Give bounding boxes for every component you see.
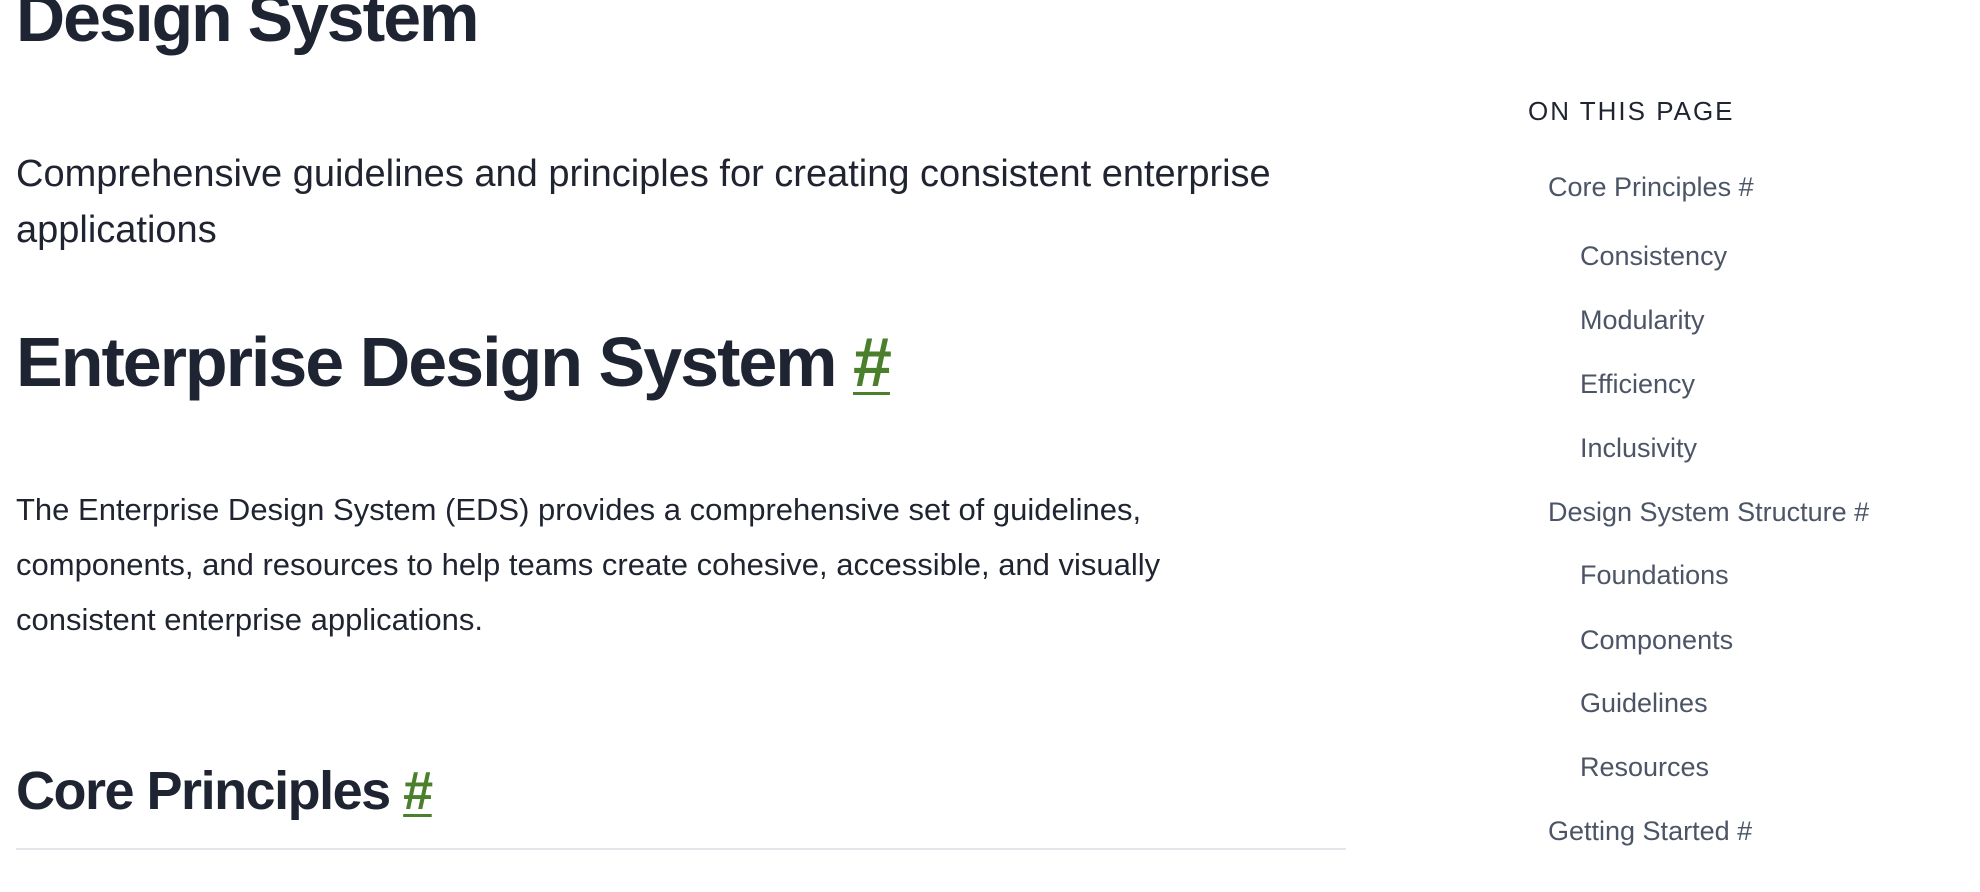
toc-item-resources[interactable]: Resources: [1580, 748, 1709, 786]
page-title: Design System: [16, 0, 480, 56]
toc-item-components[interactable]: Components: [1580, 621, 1733, 659]
toc-item-consistency[interactable]: Consistency: [1580, 237, 1727, 275]
toc-item-foundations[interactable]: Foundations: [1580, 556, 1729, 594]
heading-anchor-link[interactable]: #: [853, 323, 892, 401]
toc-item-modularity[interactable]: Modularity: [1580, 301, 1705, 339]
section-heading-text: Enterprise Design System: [16, 323, 838, 401]
toc-item-inclusivity[interactable]: Inclusivity: [1580, 429, 1697, 467]
toc-item-guidelines[interactable]: Guidelines: [1580, 684, 1708, 722]
toc-item-efficiency[interactable]: Efficiency: [1580, 365, 1695, 403]
toc-item-getting-started[interactable]: Getting Started #: [1548, 812, 1752, 850]
heading-anchor-link[interactable]: #: [403, 761, 433, 821]
toc-item-core-principles[interactable]: Core Principles #: [1548, 168, 1754, 206]
section-heading-enterprise-design-system: Enterprise Design System #: [16, 318, 892, 406]
docs-page: Design System Comprehensive guidelines a…: [0, 0, 1980, 892]
toc-heading: ON THIS PAGE: [1528, 96, 1735, 126]
section-heading-core-principles: Core Principles #: [16, 756, 433, 826]
section-divider: [16, 848, 1346, 850]
toc-item-design-system-structure[interactable]: Design System Structure #: [1548, 493, 1869, 531]
section-body-text: The Enterprise Design System (EDS) provi…: [16, 492, 1161, 637]
page-lead: Comprehensive guidelines and principles …: [16, 153, 1271, 251]
section-heading-text: Core Principles: [16, 761, 391, 821]
